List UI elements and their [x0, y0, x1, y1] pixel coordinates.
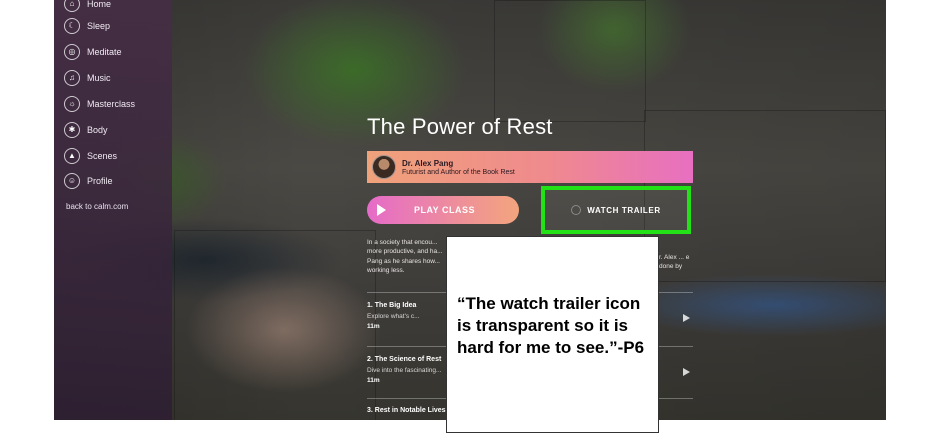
scenes-icon: ▲: [64, 148, 80, 164]
session-title: 1. The Big Idea: [367, 302, 417, 309]
session-item[interactable]: 2. The Science of Rest Dive into the fas…: [367, 356, 441, 384]
play-icon: [377, 204, 386, 216]
sidebar-item-label: Masterclass: [87, 99, 136, 109]
session-duration: 11m: [367, 323, 380, 330]
profile-icon: ☺: [64, 173, 80, 189]
session-play-icon[interactable]: [683, 314, 690, 322]
sidebar-item-body[interactable]: ✱ Body: [64, 122, 108, 138]
sidebar-item-home[interactable]: ⌂ Home: [64, 0, 111, 12]
annotation-callout: “The watch trailer icon is transparent s…: [446, 236, 659, 433]
body-icon: ✱: [64, 122, 80, 138]
sidebar-item-label: Meditate: [87, 47, 122, 57]
session-item[interactable]: 3. Rest in Notable Lives: [367, 407, 446, 414]
play-class-label: PLAY CLASS: [414, 205, 476, 215]
sidebar-item-profile[interactable]: ☺ Profile: [64, 173, 113, 189]
sidebar-item-label: Home: [87, 0, 112, 9]
sidebar-item-label: Scenes: [87, 151, 118, 161]
sidebar-item-label: Profile: [87, 176, 113, 186]
trailer-play-icon: [571, 205, 582, 215]
session-duration: 11m: [367, 377, 380, 384]
session-item[interactable]: 1. The Big Idea Explore what's c... 11m: [367, 302, 420, 330]
course-description: In a society that encou... more producti…: [367, 239, 443, 275]
sidebar: ⌂ Home ☾ Sleep ◎ Meditate ♫ Music ☼ Mast…: [54, 0, 172, 420]
sidebar-item-label: Body: [87, 125, 108, 135]
course-description-tail: r. Alex ... e done by: [659, 254, 690, 271]
home-icon: ⌂: [64, 0, 80, 12]
moon-icon: ☾: [64, 18, 80, 34]
session-description: Explore what's c...: [367, 313, 420, 320]
avatar: [372, 155, 396, 179]
sidebar-item-scenes[interactable]: ▲ Scenes: [64, 148, 117, 164]
annotation-quote: “The watch trailer icon is transparent s…: [457, 294, 645, 357]
session-play-icon[interactable]: [683, 368, 690, 376]
sidebar-item-label: Music: [87, 73, 111, 83]
session-description: Dive into the fascinating...: [367, 367, 442, 374]
session-title: 2. The Science of Rest: [367, 356, 442, 363]
play-class-button[interactable]: PLAY CLASS: [367, 196, 519, 224]
back-to-calm-link[interactable]: back to calm.com: [66, 202, 128, 211]
instructor-banner: Dr. Alex Pang Futurist and Author of the…: [367, 151, 693, 183]
music-icon: ♫: [64, 70, 80, 86]
sidebar-item-masterclass[interactable]: ☼ Masterclass: [64, 96, 135, 112]
sidebar-item-music[interactable]: ♫ Music: [64, 70, 111, 86]
sidebar-item-sleep[interactable]: ☾ Sleep: [64, 18, 110, 34]
sidebar-item-meditate[interactable]: ◎ Meditate: [64, 44, 122, 60]
meditate-icon: ◎: [64, 44, 80, 60]
course-title: The Power of Rest: [367, 114, 553, 139]
sidebar-item-label: Sleep: [87, 21, 111, 31]
session-title: 3. Rest in Notable Lives: [367, 407, 446, 414]
instructor-name: Dr. Alex Pang: [402, 158, 454, 168]
instructor-role: Futurist and Author of the Book Rest: [402, 168, 515, 176]
masterclass-icon: ☼: [64, 96, 80, 112]
watch-trailer-button[interactable]: WATCH TRAILER: [541, 186, 691, 234]
watch-trailer-label: WATCH TRAILER: [587, 205, 661, 215]
